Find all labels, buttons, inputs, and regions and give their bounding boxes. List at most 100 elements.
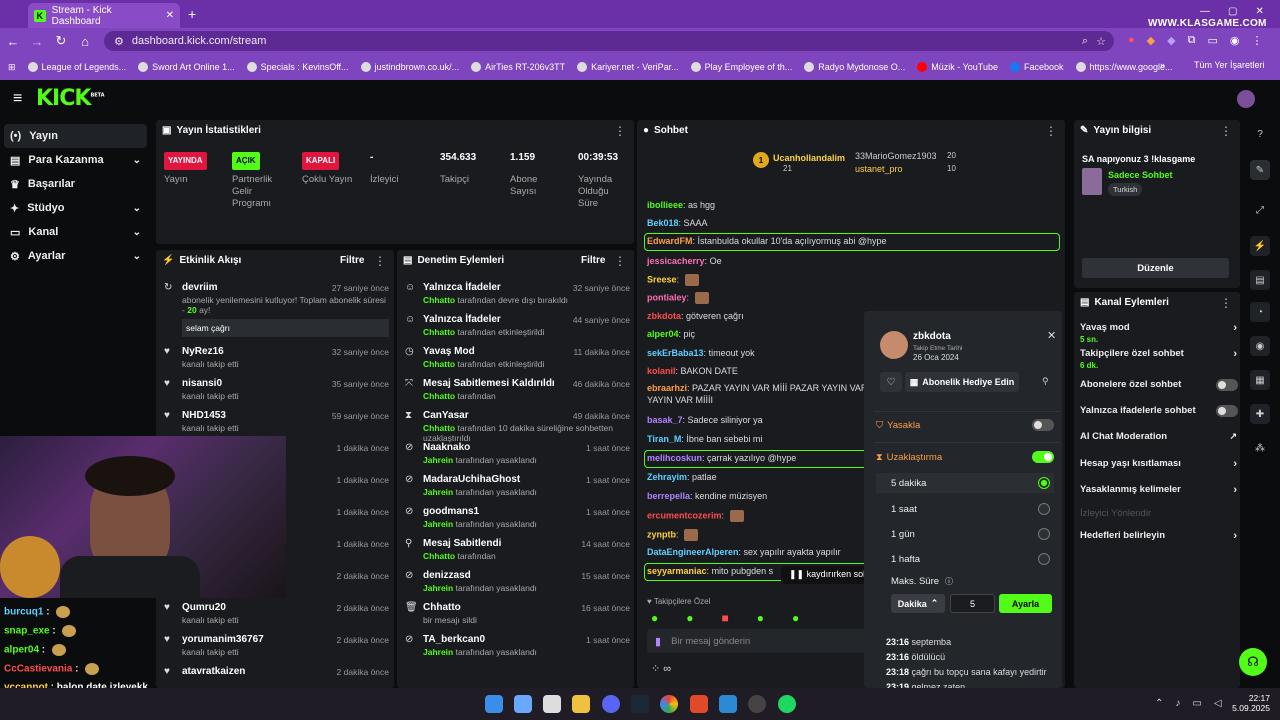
menu-icon[interactable]: ⋮ [1251,34,1262,47]
hamburger-icon[interactable]: ≡ [13,90,22,108]
bookmark[interactable]: https://www.google... [1075,62,1173,72]
layout-icon[interactable]: ▦ [1250,370,1270,390]
sidebar-item-studyo[interactable]: ✦ Stüdyo ⌄ [4,196,147,220]
spotify-icon[interactable] [778,695,796,713]
chat-message[interactable]: jessicacherry: Oe [647,256,722,266]
help-icon[interactable]: ? [1250,124,1270,144]
all-bookmarks[interactable]: Tüm Yer İşaretleri [1194,60,1265,70]
bookmark[interactable]: justindbrown.co.uk/... [360,62,459,72]
broadcast-icon[interactable]: ◉ [1250,336,1270,356]
bookmark-star-icon[interactable]: ☆ [1096,35,1106,48]
bookmark[interactable]: League of Legends... [27,62,126,72]
radio[interactable] [1038,503,1050,515]
home-icon[interactable]: ⌂ [74,30,96,52]
discord-icon[interactable] [602,695,620,713]
chat-message[interactable]: Zehrayim: patlae [647,472,717,482]
sidebar-item-basarilar[interactable]: ♛ Başarılar [4,172,147,196]
browser-tab[interactable]: K Stream - Kick Dashboard ✕ [28,3,180,28]
sidebar-item-kanal[interactable]: ▭ Kanal ⌄ [4,220,147,244]
channel-action-8[interactable]: Hedefleri belirleyin › [1080,530,1237,542]
app-icon[interactable] [748,695,766,713]
radio[interactable] [1038,553,1050,565]
apps-icon[interactable]: ⊞ [8,62,16,73]
more-icon[interactable]: ⋮ [1220,124,1232,138]
timeout-row[interactable]: ⧗ Uzaklaştırma [876,447,1054,467]
chevron-up-icon[interactable]: ⌃ [1155,698,1163,709]
bolt-icon[interactable]: ⚡ [1250,236,1270,256]
edit-button[interactable]: Düzenle [1082,258,1229,278]
channel-action-4[interactable]: AI Chat Moderation ↗ [1080,431,1237,442]
url-bar[interactable]: ⚙ dashboard.kick.com/stream ⌕ ☆ [104,31,1114,51]
sidebar-item-yayin[interactable]: (•) Yayın [4,124,147,148]
expand-icon[interactable]: ⤢ [1250,200,1270,220]
radio-selected[interactable] [1038,477,1050,489]
chat-input[interactable]: ▮ Bir mesaj gönderin [647,629,873,653]
sidebar-item-ayarlar[interactable]: ⚙ Ayarlar ⌄ [4,244,147,268]
profile-avatar[interactable]: ◉ [1230,34,1240,47]
more-icon[interactable]: ⋮ [1220,296,1232,310]
bookmark[interactable]: Specials : KevinsOff... [246,62,349,72]
unit-select[interactable]: Dakika ⌃ [891,594,945,613]
chat-bubble-icon[interactable]: ◔ [1250,302,1270,322]
steam-icon[interactable] [631,695,649,713]
channel-action-1[interactable]: Takipçilere özel sohbet 6 dk. › [1080,348,1237,370]
mic-icon[interactable]: ▮ [655,635,661,648]
chat-message[interactable]: seyyarmaniac: mito pubgden s [647,566,773,576]
category-name[interactable]: Sadece Sohbet [1108,170,1173,180]
copilot-icon[interactable] [514,695,532,713]
mic-icon[interactable]: ♪ [1175,698,1180,709]
chat-message[interactable]: Sreese: [647,274,699,286]
sidepanel-icon[interactable]: ▭ [1207,34,1217,47]
more-icon[interactable]: ⋮ [1045,124,1057,138]
toggle[interactable] [1216,405,1238,417]
chat-message[interactable]: zynptb: [647,529,699,541]
explorer-icon[interactable] [572,695,590,713]
chat-message[interactable]: EdwardFM: İstanbulda okullar 10'da açılı… [647,236,887,246]
kick-logo[interactable]: KICKBETA [36,86,105,111]
chat-message[interactable]: sekErBaba13: timeout yok [647,348,755,358]
channel-action-5[interactable]: Hesap yaşı kısıtlaması › [1080,458,1237,470]
emote-icon[interactable]: ● [757,611,764,625]
app-icon[interactable] [719,695,737,713]
minimize-icon[interactable]: — [1200,6,1210,17]
extension-icon[interactable]: ◆ [1167,34,1175,47]
network-icon[interactable]: ▭ [1192,698,1201,709]
timeout-option[interactable]: 1 gün [876,524,1054,544]
extensions-puzzle-icon[interactable]: ⧉ [1188,34,1196,47]
channel-action-2[interactable]: Abonelere özel sohbet [1080,379,1238,391]
reload-icon[interactable]: ↻ [50,30,72,52]
duration-input[interactable]: 5 [950,594,995,613]
volume-icon[interactable]: ◁ [1214,698,1222,709]
sidebar-item-para-kazanma[interactable]: ▤ Para Kazanma ⌄ [4,148,147,172]
timeout-option[interactable]: 1 saat [876,499,1054,519]
ban-toggle[interactable] [1032,419,1054,431]
timeout-toggle[interactable] [1032,451,1054,463]
filter-button[interactable]: Filtre [581,255,605,266]
chat-message[interactable]: berrepella: kendine müzisyen [647,491,767,501]
more-icon[interactable]: ⋮ [614,124,626,138]
bookmark[interactable]: Müzik - YouTube [917,62,998,72]
chat-message[interactable]: Tiran_M: İbne ban sebebi mi [647,434,762,444]
emote-icon[interactable]: ● [651,611,658,625]
chat-message[interactable]: kolanil: BAKON DATE [647,366,738,376]
chat-settings-icon[interactable]: ⁘ ∞ [651,662,671,675]
chat-message[interactable]: pontialey: [647,292,709,304]
bookmark[interactable]: Facebook [1009,62,1064,72]
store-icon[interactable] [543,695,561,713]
filter-button[interactable]: Filtre [340,255,364,266]
edit-icon[interactable]: ✎ [1250,160,1270,180]
wrench-icon[interactable]: ✚ [1250,404,1270,424]
chat-message[interactable]: melihcoskun: çarrak yazılıyo @hype [647,453,796,463]
chat-message[interactable]: basak_7: Sadece siliniyor ya [647,415,763,425]
support-chat-button[interactable]: ☊ [1239,648,1267,676]
bookmark[interactable]: Kariyer.net - VeriPar... [577,62,679,72]
back-icon[interactable]: ← [2,30,24,52]
tab-close-icon[interactable]: ✕ [166,10,174,21]
timeout-option[interactable]: 1 hafta [876,549,1054,569]
channel-action-3[interactable]: Yalnızca ifadelerle sohbet [1080,405,1238,417]
gift-sub-button[interactable]: ▦ Abonelik Hediye Edin [905,372,1019,392]
start-icon[interactable] [485,695,503,713]
drag-handle-icon[interactable]: ⁂ [1250,438,1270,458]
emote-icon[interactable]: ■ [722,611,729,625]
extension-icon[interactable]: ● [1128,34,1135,47]
